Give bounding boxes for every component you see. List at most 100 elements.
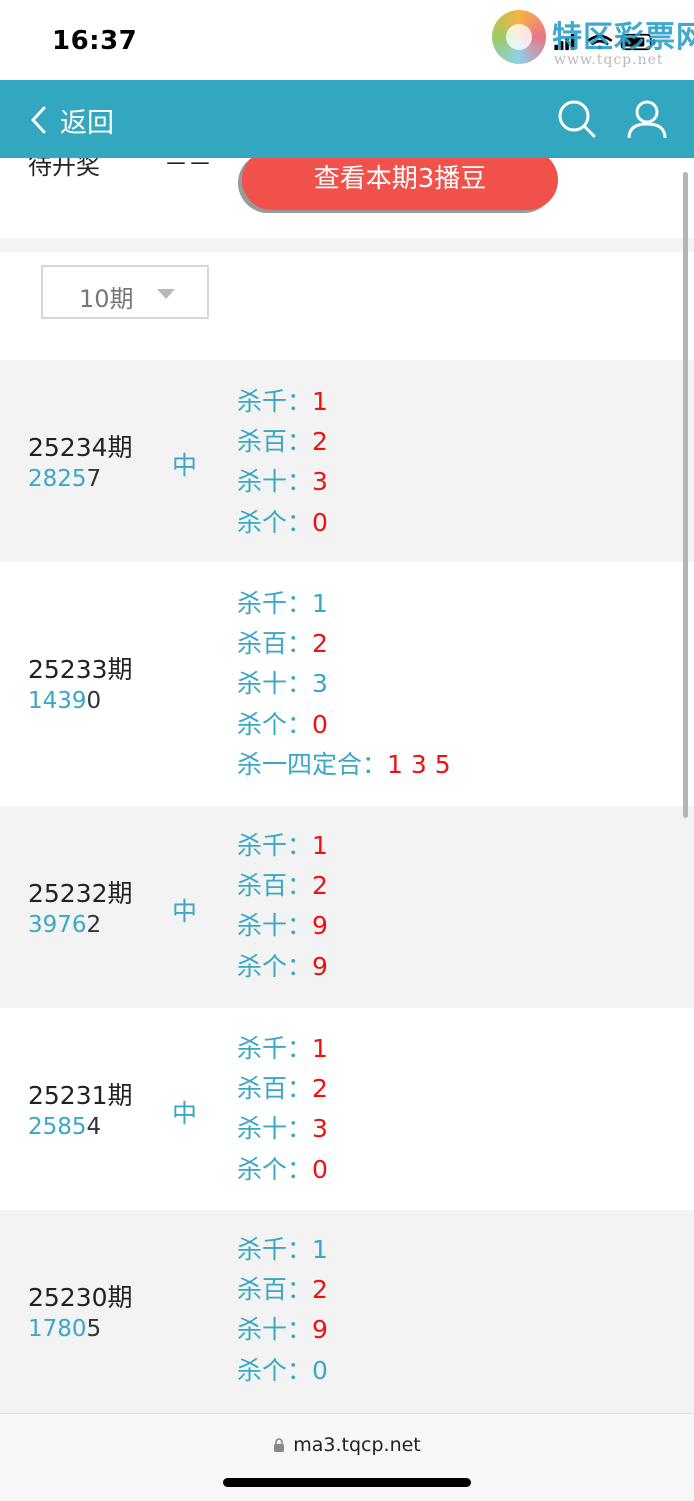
kill-value: 1 [312,831,328,860]
watermark: 特区彩票网 www.tqcp.net [490,8,694,70]
period-select[interactable]: 10期 [41,265,209,319]
record-row: 25234期 28257 中 杀千：1 杀百：2 杀十：3 杀个：0 [0,360,694,562]
kill-line: 杀百：2 [237,624,451,664]
kill-line: 杀个：0 [237,1351,328,1391]
kill-lines: 杀千：1 杀百：2 杀十：9 杀个：0 [237,1230,328,1391]
kill-value: 2 [312,1275,328,1305]
kill-value: 1 [312,1034,328,1063]
kill-value: 0 [312,1355,328,1385]
kill-lines: 杀千：1 杀百：2 杀十：3 杀个：0 [237,1029,328,1190]
kill-value: 3 [312,467,328,497]
kill-value: 2 [312,629,328,659]
kill-label: 杀百： [237,427,313,457]
kill-label: 杀百： [237,871,313,901]
kill-line: 杀百：2 [237,1069,328,1109]
record-number: 25854 [28,1114,101,1140]
kill-value: 0 [312,1154,328,1184]
kill-line: 杀百：2 [237,1270,328,1310]
search-icon[interactable] [556,98,598,140]
kill-line: 杀个：9 [237,947,328,987]
hit-badge: 中 [172,897,198,926]
kill-label: 杀千： [237,589,313,618]
kill-value: 0 [312,507,328,537]
current-draw-panel: 待开奖 －－ 查看本期3播豆 [0,158,694,238]
kill-value: 1 3 5 [387,749,451,779]
record-row: 25230期 17805 杀千：1 杀百：2 杀十：9 杀个：0 [0,1210,694,1413]
record-period: 25234期 [28,433,133,462]
kill-label: 杀个： [237,1154,313,1184]
kill-value: 2 [312,427,328,457]
kill-line: 杀千：1 [237,1029,328,1069]
record-number: 39762 [28,912,101,938]
kill-label: 杀个： [237,507,313,537]
kill-line: 杀千：1 [237,1230,328,1270]
record-number: 14390 [28,688,101,714]
hit-badge: 中 [172,1099,198,1128]
kill-label: 杀百： [237,1275,313,1305]
kill-value: 9 [312,951,328,981]
kill-line: 杀一四定合：1 3 5 [237,745,451,785]
section-divider [0,238,694,252]
browser-url-bar[interactable]: ma3.tqcp.net [0,1413,694,1501]
kill-line: 杀十：3 [237,664,451,704]
record-number: 17805 [28,1316,101,1342]
kill-value: 3 [312,1114,328,1144]
url-display[interactable]: ma3.tqcp.net [0,1434,694,1456]
record-number-last: 2 [86,912,102,938]
kill-lines: 杀千：1 杀百：2 杀十：3 杀个：0 杀一四定合：1 3 5 [237,584,451,785]
kill-line: 杀个：0 [237,503,328,543]
record-number-head: 3976 [28,912,87,938]
kill-line: 杀十：9 [237,1310,328,1350]
kill-label: 杀百： [237,1074,313,1104]
kill-label: 杀十： [237,669,313,699]
kill-value: 9 [312,1315,328,1345]
kill-value: 2 [312,1074,328,1104]
home-indicator[interactable] [223,1478,471,1487]
record-period: 25230期 [28,1283,133,1312]
lock-icon [274,1438,285,1452]
kill-line: 杀个：0 [237,705,451,745]
record-number-head: 1780 [28,1316,87,1342]
kill-label: 杀千： [237,1235,313,1264]
kill-label: 杀个： [237,1355,313,1385]
kill-line: 杀千：1 [237,382,328,422]
kill-line: 杀百：2 [237,422,328,462]
kill-value: 0 [312,709,328,739]
kill-label: 杀十： [237,1114,313,1144]
kill-label: 杀个： [237,951,313,981]
record-period: 25233期 [28,655,133,684]
kill-label: 杀十： [237,911,313,941]
record-row: 25231期 25854 中 杀千：1 杀百：2 杀十：3 杀个：0 [0,1008,694,1210]
kill-label: 杀千： [237,1034,313,1063]
user-icon[interactable] [626,98,668,140]
record-row: 25233期 14390 杀千：1 杀百：2 杀十：3 杀个：0 杀一四定合：1… [0,562,694,806]
kill-value: 1 [312,589,328,618]
kill-lines: 杀千：1 杀百：2 杀十：3 杀个：0 [237,382,328,543]
status-bar: 16:37 特区彩票网 www.tqcp.net [0,0,694,80]
kill-line: 杀百：2 [237,866,328,906]
watermark-logo-icon [492,10,546,64]
view-current-button[interactable]: 查看本期3播豆 [242,158,558,210]
kill-value: 1 [312,1235,328,1264]
record-period: 25232期 [28,879,133,908]
nav-bar: 返回 [0,80,694,158]
kill-label: 杀一四定合： [237,749,388,779]
scrollbar[interactable] [683,172,688,818]
kill-label: 杀个： [237,709,313,739]
record-number-head: 2585 [28,1114,87,1140]
kill-lines: 杀千：1 杀百：2 杀十： 9 杀个：9 [237,826,328,987]
url-text: ma3.tqcp.net [293,1434,421,1456]
kill-label: 杀十： [237,467,313,497]
kill-line: 杀十：3 [237,462,328,502]
kill-label: 杀百： [237,629,313,659]
back-button[interactable]: 返回 [28,98,114,142]
status-time: 16:37 [52,26,138,56]
record-number-last: 4 [86,1114,102,1140]
watermark-title: 特区彩票网 [552,20,694,55]
filter-bar: 10期 [0,252,694,360]
caret-down-icon [157,289,175,299]
kill-label: 杀千： [237,831,313,860]
watermark-url: www.tqcp.net [554,52,664,68]
record-number-last: 5 [86,1316,102,1342]
record-number-head: 1439 [28,688,87,714]
